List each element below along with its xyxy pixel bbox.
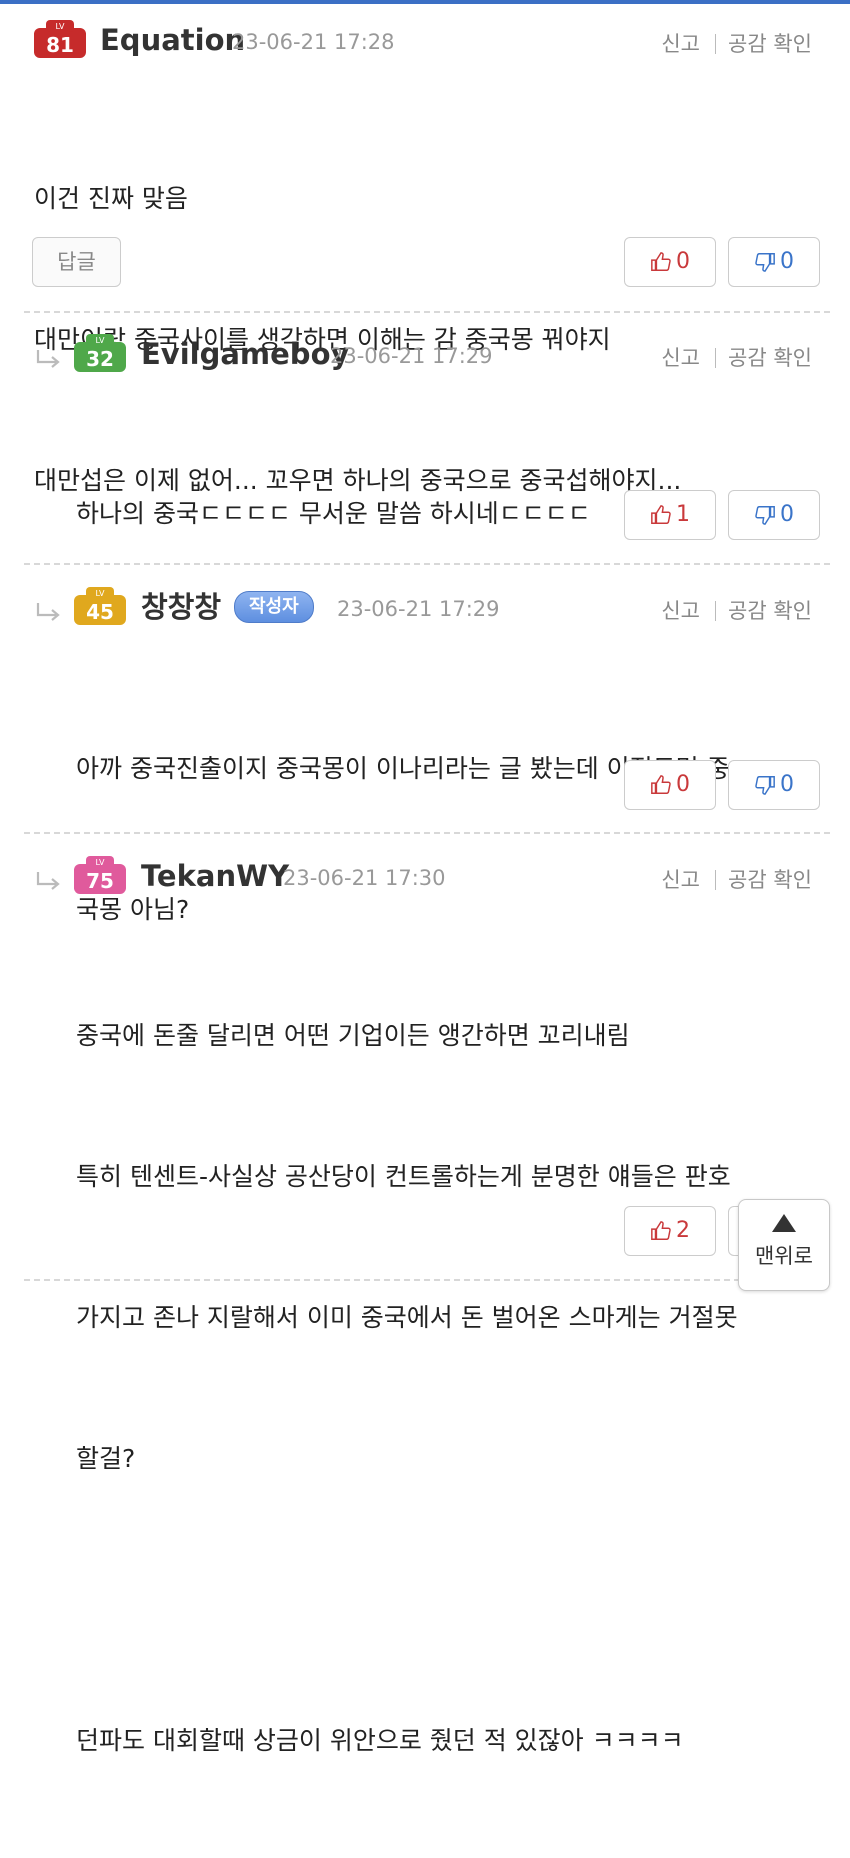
comment-divider	[24, 832, 830, 834]
upvote-count: 2	[676, 1218, 690, 1243]
level-badge-icon: LV 75	[72, 856, 128, 896]
comment-date: 23-06-21 17:29	[330, 344, 493, 368]
thumbs-up-icon	[651, 775, 671, 794]
report-link[interactable]: 신고	[661, 24, 700, 64]
upvote-count: 1	[676, 502, 690, 527]
level-badge-icon: LV 81	[32, 20, 88, 60]
downvote-button[interactable]: 0	[728, 237, 820, 287]
svg-text:45: 45	[86, 600, 114, 624]
author-badge: 작성자	[234, 591, 314, 623]
divider	[715, 348, 716, 368]
comment-author[interactable]: Equation	[100, 20, 245, 60]
comment-line: 할걸?	[76, 1444, 136, 1473]
comment-author[interactable]: TekanWY	[141, 856, 289, 896]
downvote-count: 0	[780, 249, 794, 274]
upvote-count: 0	[676, 772, 690, 797]
top-accent-bar	[0, 0, 850, 4]
svg-text:LV: LV	[55, 22, 65, 31]
report-link[interactable]: 신고	[661, 338, 700, 378]
comment-line: 가지고 존나 지랄해서 이미 중국에서 돈 벌어온 스마게는 거절못	[76, 1303, 738, 1332]
thumbs-up-icon	[651, 252, 671, 271]
like-check-link[interactable]: 공감 확인	[728, 338, 812, 378]
comment-line: 던파도 대회할때 상금이 위안으로 줬던 적 있잖아 ㅋㅋㅋㅋ	[76, 1726, 684, 1755]
thumbs-down-icon	[755, 776, 775, 795]
comment-author[interactable]: 창창창	[141, 587, 221, 627]
level-badge-icon: LV 32	[72, 334, 128, 374]
reply-arrow-icon	[36, 350, 60, 368]
comment-line: 이건 진짜 맞음	[34, 184, 188, 213]
like-check-link[interactable]: 공감 확인	[728, 591, 812, 631]
thumbs-up-icon	[651, 505, 671, 524]
svg-text:75: 75	[86, 869, 114, 893]
report-link[interactable]: 신고	[661, 860, 700, 900]
thumbs-up-icon	[651, 1221, 671, 1240]
scroll-to-top-label: 맨위로	[755, 1244, 813, 1268]
comment-divider	[24, 311, 830, 313]
thumbs-down-icon	[755, 253, 775, 272]
downvote-count: 0	[780, 502, 794, 527]
svg-text:81: 81	[46, 33, 74, 57]
like-check-link[interactable]: 공감 확인	[728, 860, 812, 900]
divider	[715, 870, 716, 890]
comment-body: 중국에 돈줄 달리면 어떤 기업이든 앵간하면 꼬리내림 특히 텐센트-사실상 …	[76, 918, 738, 1858]
upvote-button[interactable]: 0	[624, 760, 716, 810]
comment-line	[76, 1576, 738, 1623]
comment-line: 특히 텐센트-사실상 공산당이 컨트롤하는게 분명한 얘들은 판호	[76, 1162, 731, 1191]
report-link[interactable]: 신고	[661, 591, 700, 631]
svg-text:32: 32	[86, 347, 114, 371]
arrow-up-icon	[772, 1214, 796, 1232]
comment-date: 23-06-21 17:30	[283, 866, 446, 890]
comment-author[interactable]: Evilgameboy	[141, 334, 349, 374]
upvote-count: 0	[676, 249, 690, 274]
reply-button[interactable]: 답글	[32, 237, 121, 287]
divider	[715, 34, 716, 54]
downvote-button[interactable]: 0	[728, 490, 820, 540]
reply-arrow-icon	[36, 872, 60, 890]
comment-line: 중국에 돈줄 달리면 어떤 기업이든 앵간하면 꼬리내림	[76, 1021, 630, 1050]
scroll-to-top-button[interactable]: 맨위로	[738, 1199, 830, 1291]
svg-text:LV: LV	[95, 589, 105, 598]
level-badge-icon: LV 45	[72, 587, 128, 627]
downvote-count: 0	[780, 772, 794, 797]
svg-text:LV: LV	[95, 858, 105, 867]
divider	[715, 601, 716, 621]
upvote-button[interactable]: 2	[624, 1206, 716, 1256]
upvote-button[interactable]: 0	[624, 237, 716, 287]
thumbs-down-icon	[755, 506, 775, 525]
upvote-button[interactable]: 1	[624, 490, 716, 540]
comment-line: 하나의 중국ㄷㄷㄷㄷ 무서운 말씀 하시네ㄷㄷㄷㄷ	[76, 499, 591, 528]
svg-text:LV: LV	[95, 336, 105, 345]
like-check-link[interactable]: 공감 확인	[728, 24, 812, 64]
comment-divider	[24, 1279, 830, 1281]
comment-divider	[24, 563, 830, 565]
reply-arrow-icon	[36, 603, 60, 621]
comment-date: 23-06-21 17:29	[337, 597, 500, 621]
downvote-button[interactable]: 0	[728, 760, 820, 810]
comment-date: 23-06-21 17:28	[232, 30, 395, 54]
